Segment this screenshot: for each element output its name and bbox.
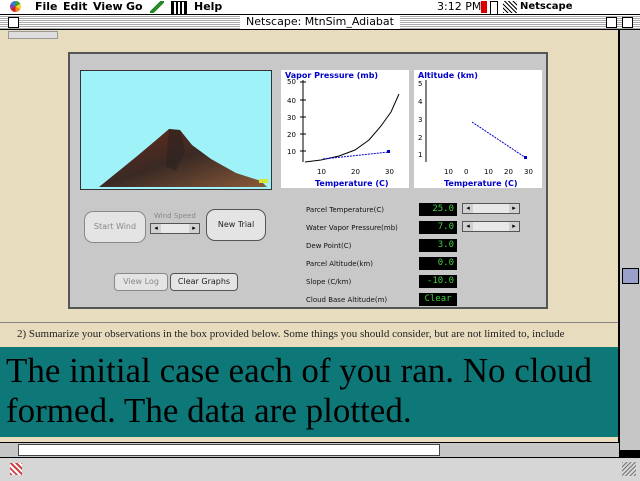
start-wind-button[interactable]: Start Wind: [84, 211, 146, 243]
menu-go[interactable]: Go: [126, 0, 143, 14]
param-value-vapor-pressure: 7.0: [419, 221, 457, 234]
param-value-dew-point: 3.0: [419, 239, 457, 252]
vapor-pressure-slider[interactable]: ◂ ▸: [462, 221, 520, 232]
wind-speed-label: Wind Speed: [154, 212, 196, 220]
scroll-thumb[interactable]: [622, 268, 639, 284]
slider-right-arrow-icon[interactable]: ▸: [509, 204, 519, 213]
wind-speed-slider[interactable]: ◂ ▸: [150, 223, 200, 234]
menu-file[interactable]: File: [35, 0, 58, 14]
param-label-cloud-base: Cloud Base Altitude(m): [306, 296, 388, 304]
param-value-altitude: 0.0: [419, 257, 457, 270]
new-trial-button[interactable]: New Trial: [206, 209, 266, 241]
vapor-pressure-chart: Vapor Pressure (mb) 50 40 30 20 10 10 20…: [281, 70, 409, 188]
vp-xtick: 20: [351, 168, 360, 176]
param-label-vapor-pressure: Water Vapor Pressure(mb): [306, 224, 398, 232]
alt-ytick: 2: [418, 134, 422, 142]
vapor-chart-plot: 50 40 30 20 10 10 20 30: [287, 78, 400, 176]
vapor-pressure-trace: [322, 151, 390, 160]
menu-help[interactable]: Help: [194, 0, 222, 14]
slider-right-arrow-icon[interactable]: ▸: [189, 224, 199, 233]
view-log-button[interactable]: View Log: [114, 273, 168, 291]
script-menu-icon[interactable]: [171, 1, 187, 15]
collapse-box-icon[interactable]: [622, 17, 633, 28]
alt-xtick: 10: [484, 168, 493, 176]
alt-ytick: 4: [418, 98, 423, 106]
window-title-bar[interactable]: Netscape: MtnSim_Adiabat: [0, 15, 640, 30]
netscape-app-icon[interactable]: [503, 1, 517, 13]
editor-icon[interactable]: [150, 1, 164, 13]
parcel-marker: [259, 179, 268, 183]
battery-icon: [481, 1, 487, 13]
alt-ytick: 3: [418, 116, 422, 124]
security-icon[interactable]: [10, 463, 22, 475]
slider-left-arrow-icon[interactable]: ◂: [151, 224, 161, 233]
apple-menu-icon[interactable]: [10, 1, 21, 12]
vapor-chart-xlabel: Temperature (C): [315, 179, 389, 188]
strip-icon: [490, 1, 498, 15]
param-label-slope: Slope (C/km): [306, 278, 352, 286]
param-value-cloud-base: Clear: [419, 293, 457, 306]
vp-xtick: 30: [385, 168, 394, 176]
vp-xtick: 10: [317, 168, 326, 176]
question-text: 2) Summarize your observations in the bo…: [17, 328, 565, 340]
param-value-temperature: 25.0: [419, 203, 457, 216]
alt-xtick: 30: [524, 168, 533, 176]
horizontal-scrollbar[interactable]: [0, 442, 619, 457]
vp-ytick: 10: [287, 148, 296, 156]
window-title: Netscape: MtnSim_Adiabat: [240, 15, 400, 29]
placeholder-image-icon: [8, 31, 58, 39]
vp-ytick: 50: [287, 78, 296, 86]
clear-graphs-button[interactable]: Clear Graphs: [170, 273, 238, 291]
alt-ytick: 5: [418, 80, 422, 88]
saturation-curve: [304, 93, 400, 163]
mountain-view: [80, 70, 272, 190]
divider: [0, 322, 618, 323]
menu-view[interactable]: View: [93, 0, 123, 14]
vertical-scrollbar[interactable]: [619, 30, 640, 450]
altitude-chart-plot: 5 4 3 2 1 10 0 10 20 30: [418, 80, 533, 176]
alt-xtick: 10: [444, 168, 453, 176]
slider-right-arrow-icon[interactable]: ▸: [509, 222, 519, 231]
text-input-area[interactable]: [18, 444, 440, 456]
mountain-illustration: [99, 129, 268, 187]
mountain-sim-applet: Vapor Pressure (mb) 50 40 30 20 10 10 20…: [68, 52, 548, 309]
param-value-slope: -10.0: [419, 275, 457, 288]
close-box-icon[interactable]: [8, 17, 19, 28]
alt-ytick: 1: [418, 151, 422, 159]
vp-ytick: 40: [287, 97, 296, 105]
altitude-trace: [471, 121, 527, 159]
altitude-chart: Altitude (km) 5 4 3 2 1 10 0 10 20 30 Te…: [414, 70, 542, 188]
resize-handle-icon[interactable]: [622, 462, 636, 476]
menu-edit[interactable]: Edit: [63, 0, 87, 14]
vp-ytick: 20: [287, 131, 296, 139]
param-label-temperature: Parcel Temperature(C): [306, 206, 384, 214]
app-menu-label[interactable]: Netscape Navigator™: [520, 0, 640, 26]
vp-ytick: 30: [287, 114, 296, 122]
caption-banner: The initial case each of you ran. No clo…: [0, 347, 618, 437]
menu-bar: File Edit View Go Help 3:12 PM Netscape …: [0, 0, 640, 26]
altitude-chart-xlabel: Temperature (C): [444, 179, 518, 188]
menu-clock[interactable]: 3:12 PM: [437, 0, 481, 14]
temperature-slider[interactable]: ◂ ▸: [462, 203, 520, 214]
caption-text: The initial case each of you ran. No clo…: [6, 351, 593, 430]
slider-left-arrow-icon[interactable]: ◂: [463, 204, 473, 213]
alt-xtick: 20: [504, 168, 513, 176]
param-label-dew-point: Dew Point(C): [306, 242, 352, 250]
param-label-altitude: Parcel Altitude(km): [306, 260, 373, 268]
mountain-shape: [99, 129, 267, 187]
status-bar: [0, 457, 640, 481]
zoom-box-icon[interactable]: [606, 17, 617, 28]
slider-left-arrow-icon[interactable]: ◂: [463, 222, 473, 231]
alt-xtick: 0: [464, 168, 468, 176]
